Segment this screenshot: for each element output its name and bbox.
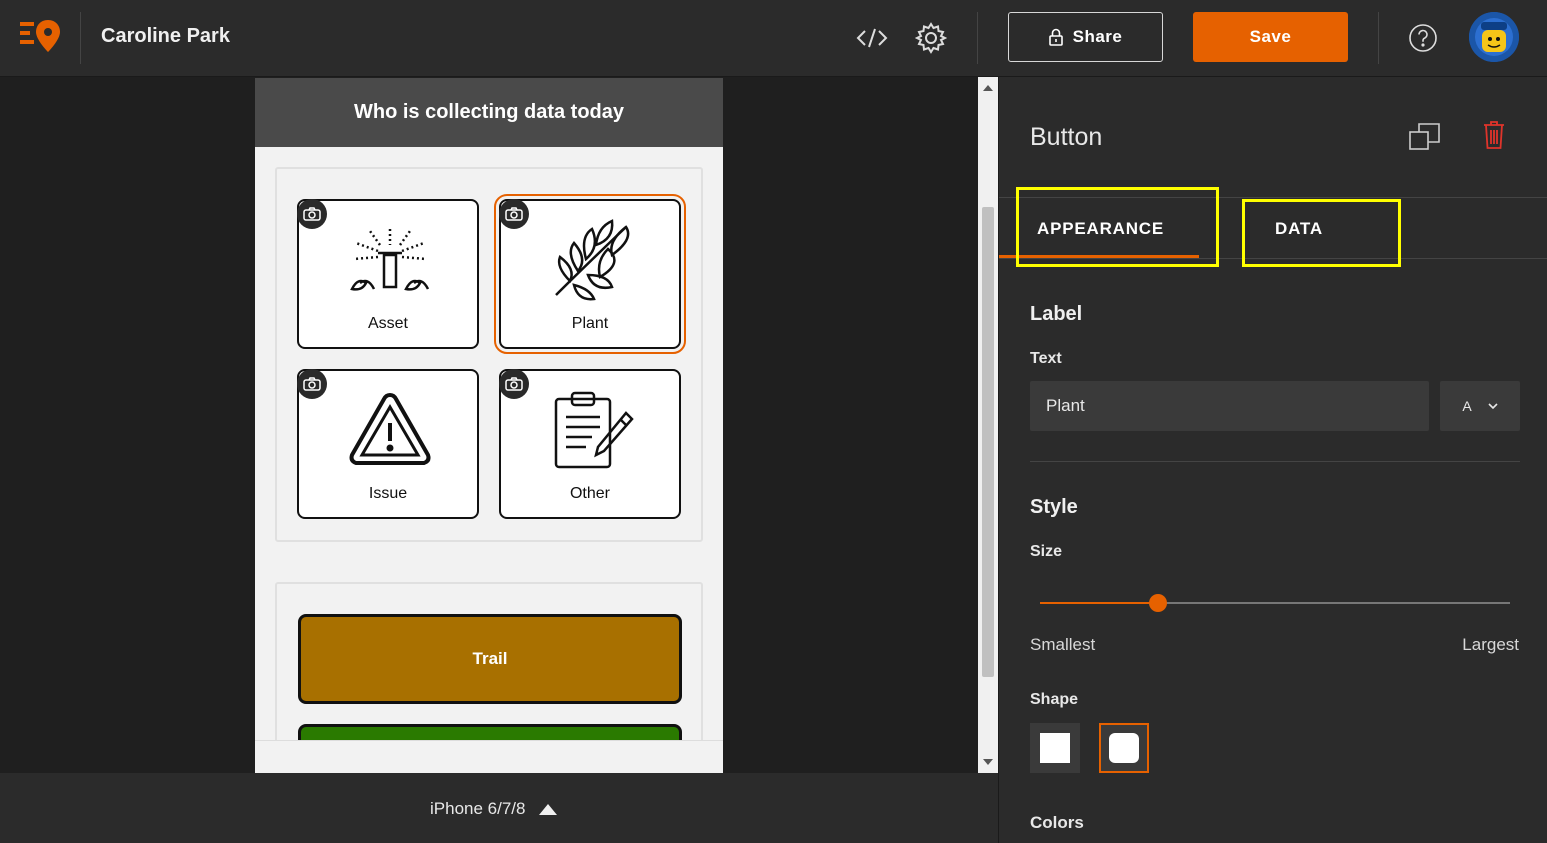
- highlight-box-data: [1242, 199, 1401, 267]
- header-divider: [977, 12, 978, 64]
- highlight-box-appearance: [1016, 187, 1219, 267]
- caret-up-icon: [539, 803, 558, 815]
- tile-plant[interactable]: Plant: [494, 194, 686, 354]
- share-button[interactable]: Share: [1008, 12, 1163, 62]
- scroll-up-icon[interactable]: [983, 85, 993, 91]
- device-selector[interactable]: iPhone 6/7/8: [430, 799, 558, 819]
- device-bar: iPhone 6/7/8: [0, 773, 998, 843]
- camera-icon[interactable]: [499, 369, 529, 399]
- leaf-branch-icon: [555, 219, 630, 301]
- gear-icon[interactable]: [911, 18, 951, 58]
- header-divider: [80, 12, 81, 64]
- user-avatar[interactable]: [1469, 12, 1519, 62]
- phone-preview: Who is collecting data today Asset Plant…: [255, 78, 723, 773]
- font-select-value: A: [1462, 398, 1472, 414]
- size-slider-thumb[interactable]: [1148, 594, 1167, 612]
- size-label: Size: [1030, 543, 1063, 560]
- warning-triangle-icon: [349, 392, 431, 465]
- tile-label: Other: [569, 485, 610, 502]
- phone-header-title: Who is collecting data today: [255, 78, 723, 147]
- tile-other[interactable]: Other: [499, 369, 681, 519]
- phone-footer: [255, 740, 723, 773]
- text-field-label: Text: [1030, 350, 1062, 367]
- properties-panel: Button APPEARANCE DATA Label Text A Styl…: [998, 77, 1547, 843]
- tile-issue[interactable]: Issue: [297, 369, 479, 519]
- style-section-title: Style: [1030, 496, 1078, 518]
- section-divider: [1030, 461, 1520, 462]
- panel-title: Button: [1030, 123, 1103, 151]
- tile-label: Asset: [367, 315, 408, 332]
- tile-label: Plant: [571, 315, 609, 332]
- camera-icon[interactable]: [297, 369, 327, 399]
- top-bar: Caroline Park Share Save: [0, 0, 1547, 77]
- trail-button[interactable]: Trail: [298, 614, 682, 704]
- scroll-thumb[interactable]: [982, 207, 994, 677]
- code-icon[interactable]: [852, 18, 892, 58]
- label-text-input[interactable]: [1030, 381, 1429, 431]
- header-divider: [1378, 12, 1379, 64]
- shape-square-option[interactable]: [1030, 723, 1080, 773]
- square-shape-icon: [1040, 733, 1070, 763]
- size-max-label: Largest: [1462, 635, 1519, 654]
- help-icon[interactable]: [1403, 18, 1443, 58]
- app-logo-icon[interactable]: [18, 18, 62, 56]
- tile-group[interactable]: Asset Plant Issue Other: [275, 167, 703, 542]
- camera-icon[interactable]: [297, 199, 327, 229]
- sprinkler-icon: [350, 229, 430, 291]
- rounded-shape-icon: [1109, 733, 1139, 763]
- chevron-down-icon: [1488, 402, 1498, 409]
- scroll-down-icon[interactable]: [983, 759, 993, 765]
- canvas-scrollbar[interactable]: [978, 77, 998, 773]
- shape-label: Shape: [1030, 691, 1079, 708]
- clipboard-pencil-icon: [554, 391, 634, 469]
- shape-rounded-option[interactable]: [1099, 723, 1149, 773]
- device-label: iPhone 6/7/8: [430, 799, 526, 818]
- tile-asset[interactable]: Asset: [297, 199, 479, 349]
- label-section-title: Label: [1030, 303, 1083, 325]
- size-min-label: Smallest: [1030, 635, 1096, 654]
- share-label: Share: [1072, 27, 1123, 46]
- app-title: Caroline Park: [101, 25, 230, 47]
- font-style-select[interactable]: A: [1440, 381, 1520, 431]
- save-button[interactable]: Save: [1193, 12, 1348, 62]
- tile-label: Issue: [368, 485, 408, 502]
- size-slider-fill: [1040, 602, 1158, 604]
- lock-icon: [1048, 28, 1063, 46]
- camera-icon[interactable]: [499, 199, 529, 229]
- duplicate-icon[interactable]: [1409, 123, 1441, 156]
- trash-icon[interactable]: [1483, 120, 1505, 155]
- colors-label: Colors: [1030, 813, 1084, 832]
